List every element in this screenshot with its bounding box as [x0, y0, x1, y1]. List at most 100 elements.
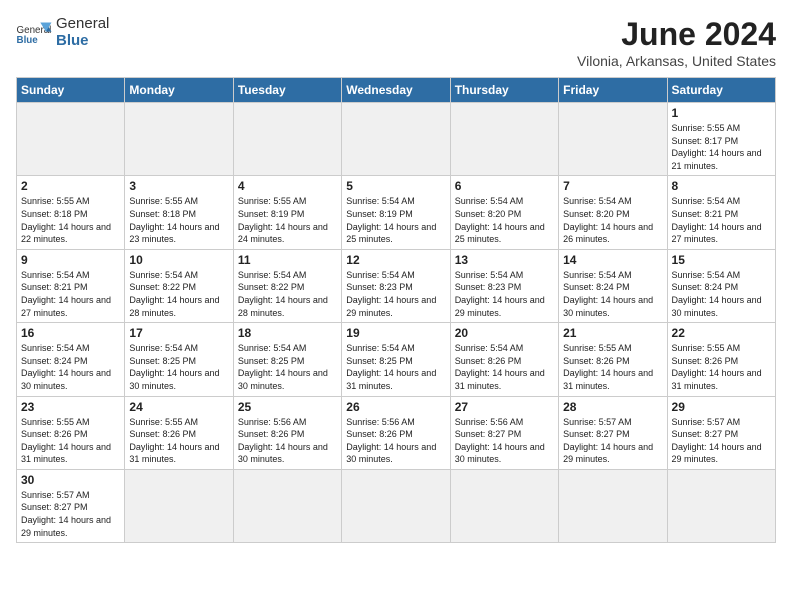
day-number: 11 [238, 253, 337, 267]
day-number: 7 [563, 179, 662, 193]
day-info: Sunrise: 5:54 AM Sunset: 8:24 PM Dayligh… [563, 269, 662, 319]
day-number: 20 [455, 326, 554, 340]
day-info: Sunrise: 5:55 AM Sunset: 8:26 PM Dayligh… [21, 416, 120, 466]
calendar-cell [233, 469, 341, 542]
day-number: 4 [238, 179, 337, 193]
month-year-title: June 2024 [577, 16, 776, 53]
calendar-cell: 20Sunrise: 5:54 AM Sunset: 8:26 PM Dayli… [450, 323, 558, 396]
weekday-header-row: SundayMondayTuesdayWednesdayThursdayFrid… [17, 78, 776, 103]
calendar-week-row: 9 Sunrise: 5:54 AM Sunset: 8:21 PM Daylig… [17, 249, 776, 322]
weekday-header-thursday: Thursday [450, 78, 558, 103]
calendar-cell: 22 Sunrise: 5:55 AM Sunset: 8:26 PM Dayli… [667, 323, 775, 396]
calendar-cell: 1 Sunrise: 5:55 AM Sunset: 8:17 PM Daylig… [667, 103, 775, 176]
calendar-cell: 25 Sunrise: 5:56 AM Sunset: 8:26 PM Dayli… [233, 396, 341, 469]
day-info: Sunrise: 5:56 AM Sunset: 8:26 PM Dayligh… [238, 416, 337, 466]
calendar-week-row: 23Sunrise: 5:55 AM Sunset: 8:26 PM Dayli… [17, 396, 776, 469]
calendar-cell: 16Sunrise: 5:54 AM Sunset: 8:24 PM Dayli… [17, 323, 125, 396]
weekday-header-friday: Friday [559, 78, 667, 103]
calendar-cell: 19 Sunrise: 5:54 AM Sunset: 8:25 PM Dayli… [342, 323, 450, 396]
day-info: Sunrise: 5:54 AM Sunset: 8:25 PM Dayligh… [238, 342, 337, 392]
calendar-week-row: 30Sunrise: 5:57 AM Sunset: 8:27 PM Dayli… [17, 469, 776, 542]
day-number: 14 [563, 253, 662, 267]
calendar-cell: 14 Sunrise: 5:54 AM Sunset: 8:24 PM Dayli… [559, 249, 667, 322]
calendar-week-row: 1 Sunrise: 5:55 AM Sunset: 8:17 PM Daylig… [17, 103, 776, 176]
calendar-cell: 8 Sunrise: 5:54 AM Sunset: 8:21 PM Daylig… [667, 176, 775, 249]
calendar-cell [342, 469, 450, 542]
weekday-header-monday: Monday [125, 78, 233, 103]
location-subtitle: Vilonia, Arkansas, United States [577, 53, 776, 69]
weekday-header-sunday: Sunday [17, 78, 125, 103]
day-info: Sunrise: 5:54 AM Sunset: 8:25 PM Dayligh… [129, 342, 228, 392]
calendar-cell [17, 103, 125, 176]
day-info: Sunrise: 5:57 AM Sunset: 8:27 PM Dayligh… [21, 489, 120, 539]
calendar-cell: 17 Sunrise: 5:54 AM Sunset: 8:25 PM Dayli… [125, 323, 233, 396]
day-number: 26 [346, 400, 445, 414]
day-number: 18 [238, 326, 337, 340]
calendar-cell: 12 Sunrise: 5:54 AM Sunset: 8:23 PM Dayli… [342, 249, 450, 322]
day-info: Sunrise: 5:55 AM Sunset: 8:17 PM Dayligh… [672, 122, 771, 172]
calendar-cell [342, 103, 450, 176]
day-info: Sunrise: 5:57 AM Sunset: 8:27 PM Dayligh… [672, 416, 771, 466]
day-info: Sunrise: 5:54 AM Sunset: 8:23 PM Dayligh… [346, 269, 445, 319]
day-info: Sunrise: 5:55 AM Sunset: 8:26 PM Dayligh… [672, 342, 771, 392]
calendar-cell [667, 469, 775, 542]
day-info: Sunrise: 5:55 AM Sunset: 8:26 PM Dayligh… [129, 416, 228, 466]
day-number: 29 [672, 400, 771, 414]
day-info: Sunrise: 5:55 AM Sunset: 8:26 PM Dayligh… [563, 342, 662, 392]
calendar-table: SundayMondayTuesdayWednesdayThursdayFrid… [16, 77, 776, 543]
calendar-cell [450, 469, 558, 542]
day-info: Sunrise: 5:55 AM Sunset: 8:18 PM Dayligh… [129, 195, 228, 245]
logo: General Blue General Blue [16, 16, 109, 49]
day-info: Sunrise: 5:56 AM Sunset: 8:26 PM Dayligh… [346, 416, 445, 466]
weekday-header-tuesday: Tuesday [233, 78, 341, 103]
day-number: 22 [672, 326, 771, 340]
day-number: 25 [238, 400, 337, 414]
day-info: Sunrise: 5:54 AM Sunset: 8:19 PM Dayligh… [346, 195, 445, 245]
logo-blue: Blue [56, 33, 109, 50]
calendar-cell: 4 Sunrise: 5:55 AM Sunset: 8:19 PM Daylig… [233, 176, 341, 249]
calendar-cell: 11 Sunrise: 5:54 AM Sunset: 8:22 PM Dayli… [233, 249, 341, 322]
calendar-cell: 21Sunrise: 5:55 AM Sunset: 8:26 PM Dayli… [559, 323, 667, 396]
day-info: Sunrise: 5:57 AM Sunset: 8:27 PM Dayligh… [563, 416, 662, 466]
day-info: Sunrise: 5:54 AM Sunset: 8:24 PM Dayligh… [672, 269, 771, 319]
calendar-cell [125, 103, 233, 176]
day-number: 8 [672, 179, 771, 193]
page-header: General Blue General Blue June 2024 Vilo… [16, 16, 776, 69]
day-info: Sunrise: 5:55 AM Sunset: 8:19 PM Dayligh… [238, 195, 337, 245]
day-number: 13 [455, 253, 554, 267]
day-info: Sunrise: 5:54 AM Sunset: 8:25 PM Dayligh… [346, 342, 445, 392]
calendar-cell: 5Sunrise: 5:54 AM Sunset: 8:19 PM Daylig… [342, 176, 450, 249]
day-info: Sunrise: 5:54 AM Sunset: 8:21 PM Dayligh… [672, 195, 771, 245]
day-info: Sunrise: 5:54 AM Sunset: 8:24 PM Dayligh… [21, 342, 120, 392]
calendar-cell [559, 103, 667, 176]
day-info: Sunrise: 5:55 AM Sunset: 8:18 PM Dayligh… [21, 195, 120, 245]
weekday-header-wednesday: Wednesday [342, 78, 450, 103]
day-info: Sunrise: 5:56 AM Sunset: 8:27 PM Dayligh… [455, 416, 554, 466]
day-info: Sunrise: 5:54 AM Sunset: 8:22 PM Dayligh… [129, 269, 228, 319]
day-number: 24 [129, 400, 228, 414]
calendar-cell: 15Sunrise: 5:54 AM Sunset: 8:24 PM Dayli… [667, 249, 775, 322]
day-number: 3 [129, 179, 228, 193]
day-number: 1 [672, 106, 771, 120]
calendar-cell: 26 Sunrise: 5:56 AM Sunset: 8:26 PM Dayli… [342, 396, 450, 469]
calendar-cell [559, 469, 667, 542]
calendar-cell: 10 Sunrise: 5:54 AM Sunset: 8:22 PM Dayli… [125, 249, 233, 322]
day-info: Sunrise: 5:54 AM Sunset: 8:21 PM Dayligh… [21, 269, 120, 319]
day-info: Sunrise: 5:54 AM Sunset: 8:20 PM Dayligh… [455, 195, 554, 245]
day-number: 10 [129, 253, 228, 267]
calendar-cell: 28Sunrise: 5:57 AM Sunset: 8:27 PM Dayli… [559, 396, 667, 469]
day-number: 9 [21, 253, 120, 267]
calendar-cell: 29 Sunrise: 5:57 AM Sunset: 8:27 PM Dayli… [667, 396, 775, 469]
day-number: 17 [129, 326, 228, 340]
day-info: Sunrise: 5:54 AM Sunset: 8:20 PM Dayligh… [563, 195, 662, 245]
day-number: 12 [346, 253, 445, 267]
calendar-cell: 23Sunrise: 5:55 AM Sunset: 8:26 PM Dayli… [17, 396, 125, 469]
calendar-cell: 18 Sunrise: 5:54 AM Sunset: 8:25 PM Dayli… [233, 323, 341, 396]
svg-text:Blue: Blue [17, 34, 39, 45]
day-info: Sunrise: 5:54 AM Sunset: 8:23 PM Dayligh… [455, 269, 554, 319]
calendar-week-row: 2Sunrise: 5:55 AM Sunset: 8:18 PM Daylig… [17, 176, 776, 249]
day-number: 19 [346, 326, 445, 340]
calendar-week-row: 16Sunrise: 5:54 AM Sunset: 8:24 PM Dayli… [17, 323, 776, 396]
day-info: Sunrise: 5:54 AM Sunset: 8:22 PM Dayligh… [238, 269, 337, 319]
calendar-cell: 3 Sunrise: 5:55 AM Sunset: 8:18 PM Daylig… [125, 176, 233, 249]
